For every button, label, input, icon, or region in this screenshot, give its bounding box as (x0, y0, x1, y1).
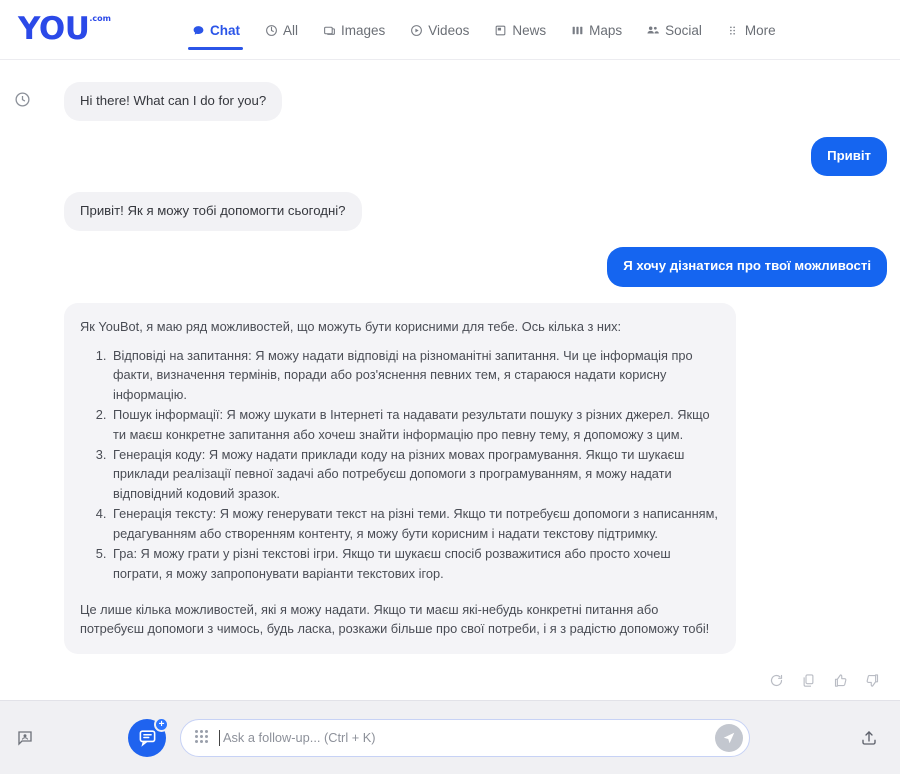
nav-tab-news-label: News (512, 22, 547, 38)
primary-nav: Chat All Images Videos News Maps Social … (188, 19, 777, 50)
main-body: Hi there! What can I do for you? Привіт … (0, 60, 900, 700)
apps-grid-icon[interactable] (195, 730, 210, 745)
list-item: Відповіді на запитання: Я можу надати ві… (110, 346, 718, 404)
answer-closing: Це лише кілька можливостей, які я можу н… (80, 602, 710, 637)
nav-tab-news[interactable]: News (492, 19, 547, 41)
message-row-bot-greeting: Hi there! What can I do for you? (52, 82, 892, 122)
nav-tab-images-label: Images (341, 22, 386, 38)
list-item: Генерація тексту: Я можу генерувати текс… (110, 504, 718, 543)
message-row-user-2: Я хочу дізнатися про твої можливості (52, 247, 892, 287)
composer-bar: + Ask a follow-up... (Ctrl + K) Standard (0, 700, 900, 774)
nav-tab-social-label: Social (665, 22, 702, 38)
nav-tab-chat-label: Chat (210, 22, 240, 38)
text-caret (219, 729, 220, 746)
logo-suffix: .com (89, 14, 111, 23)
more-icon (726, 23, 740, 37)
app-header: YOU .com Chat All Images Videos News Map… (0, 0, 900, 60)
you-com-chat-app: YOU .com Chat All Images Videos News Map… (0, 0, 900, 774)
chat-icon (191, 23, 205, 37)
user-message-bubble: Привіт (811, 137, 887, 177)
feedback-icon[interactable] (12, 725, 38, 751)
search-input-placeholder: Ask a follow-up... (Ctrl + K) (223, 730, 376, 745)
nav-tab-videos[interactable]: Videos (408, 19, 470, 41)
new-chat-button[interactable]: + (128, 716, 169, 757)
nav-tab-more-label: More (744, 22, 776, 38)
plus-badge-icon: + (154, 716, 169, 732)
history-clock-icon (14, 91, 31, 108)
message-row-bot-answer: Як YouBot, я маю ряд можливостей, що мож… (52, 302, 892, 655)
answer-intro: Як YouBot, я маю ряд можливостей, що мож… (80, 318, 622, 334)
composer-center: + Ask a follow-up... (Ctrl + K) (38, 716, 840, 757)
thumbs-down-icon[interactable] (862, 670, 882, 690)
bot-message-bubble: Привіт! Як я можу тобі допомогти сьогодн… (64, 192, 362, 232)
left-sidebar (0, 60, 44, 700)
bot-answer-bubble: Як YouBot, я маю ряд можливостей, що мож… (64, 302, 736, 655)
social-icon (646, 23, 660, 37)
nav-tab-social[interactable]: Social (645, 19, 703, 41)
bot-message-bubble: Hi there! What can I do for you? (64, 82, 283, 122)
sidebar-item-history[interactable] (9, 86, 35, 112)
nav-tab-videos-label: Videos (428, 22, 470, 38)
message-action-bar (52, 670, 884, 690)
maps-icon (570, 23, 584, 37)
send-paper-plane-icon (722, 731, 736, 745)
you-com-logo[interactable]: YOU .com (18, 14, 148, 45)
message-thread: Hi there! What can I do for you? Привіт … (52, 82, 892, 700)
answer-capability-list: Відповіді на запитання: Я можу надати ві… (80, 346, 718, 583)
copy-icon[interactable] (798, 670, 818, 690)
message-row-user-1: Привіт (52, 137, 892, 177)
globe-icon (264, 23, 278, 37)
video-icon (409, 23, 423, 37)
conversation-panel[interactable]: Hi there! What can I do for you? Привіт … (44, 60, 900, 700)
list-item: Гра: Я можу грати у різні текстові ігри.… (110, 544, 718, 583)
upload-icon[interactable] (856, 725, 882, 751)
message-row-bot-2: Привіт! Як я можу тобі допомогти сьогодн… (52, 192, 892, 232)
nav-tab-chat[interactable]: Chat (188, 19, 243, 50)
follow-up-input[interactable]: Ask a follow-up... (Ctrl + K) (180, 718, 750, 757)
nav-tab-images[interactable]: Images (321, 19, 386, 41)
suggestion-chips: які у тебе можливості? ↑ дізнатися про т… (52, 690, 892, 700)
user-message-bubble: Я хочу дізнатися про твої можливості (607, 247, 887, 287)
list-item: Пошук інформації: Я можу шукати в Інтерн… (110, 405, 718, 444)
nav-tab-all[interactable]: All (263, 19, 299, 41)
images-icon (322, 23, 336, 37)
regenerate-icon[interactable] (766, 670, 786, 690)
send-button[interactable] (715, 723, 743, 752)
news-icon (493, 23, 507, 37)
logo-text: YOU (18, 11, 90, 47)
nav-tab-maps[interactable]: Maps (569, 19, 623, 41)
nav-tab-all-label: All (283, 22, 299, 38)
list-item: Генерація коду: Я можу надати приклади к… (110, 445, 718, 503)
nav-tab-maps-label: Maps (589, 22, 623, 38)
new-chat-icon (138, 728, 157, 747)
thumbs-up-icon[interactable] (830, 670, 850, 690)
nav-tab-more[interactable]: More (725, 19, 777, 41)
